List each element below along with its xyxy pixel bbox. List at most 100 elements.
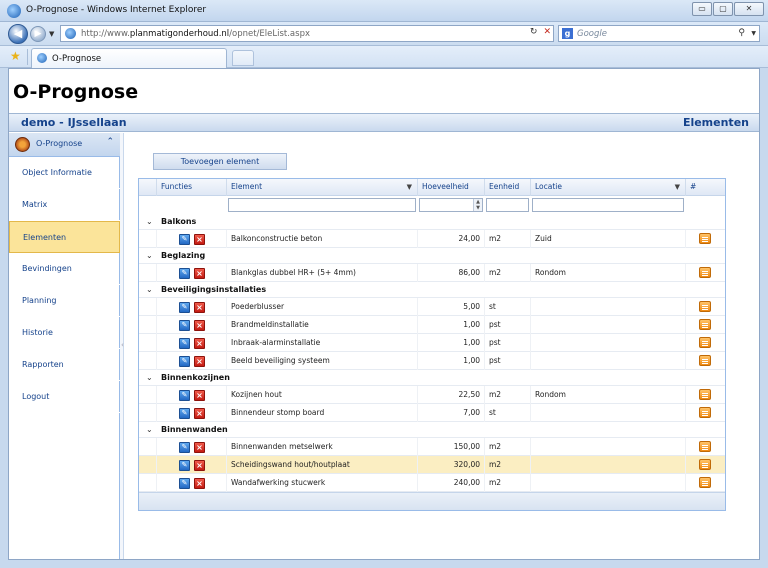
document-icon[interactable] — [699, 337, 711, 348]
element-filter-input[interactable] — [228, 198, 416, 212]
table-row[interactable]: ✎ × Beeld beveiliging systeem 1,00 pst — [139, 352, 725, 370]
delete-x-icon[interactable]: × — [194, 408, 205, 419]
filter-funnel-icon[interactable]: ▼ — [675, 179, 680, 195]
edit-pencil-icon[interactable]: ✎ — [179, 268, 190, 279]
search-dropdown-icon[interactable]: ▼ — [751, 30, 756, 37]
edit-pencil-icon[interactable]: ✎ — [179, 320, 190, 331]
document-icon[interactable] — [699, 233, 711, 244]
edit-pencil-icon[interactable]: ✎ — [179, 356, 190, 367]
unit-filter-input[interactable] — [486, 198, 529, 212]
sidebar-item-planning[interactable]: Planning — [9, 285, 120, 317]
group-row[interactable]: ⌄ Balkons — [139, 214, 725, 230]
qty-cell: 1,00 — [418, 352, 485, 370]
table-row[interactable]: ✎ × Blankglas dubbel HR+ (5+ 4mm) 86,00 m2 Ro… — [139, 264, 725, 282]
group-row[interactable]: ⌄ Beveiligingsinstallaties — [139, 282, 725, 298]
url-input[interactable]: http://www.planmatigonderhoud.nl/opnet/E… — [60, 25, 554, 42]
document-icon[interactable] — [699, 441, 711, 452]
sidebar-item-matrix[interactable]: Matrix — [9, 189, 120, 221]
sidebar-item-bevindingen[interactable]: Bevindingen — [9, 253, 120, 285]
header-element[interactable]: Element ▼ — [227, 179, 418, 196]
group-row[interactable]: ⌄ Beglazing — [139, 248, 725, 264]
collapse-icon[interactable]: ⌃ — [106, 137, 114, 147]
minimize-button[interactable]: ▭ — [692, 2, 712, 16]
edit-pencil-icon[interactable]: ✎ — [179, 408, 190, 419]
table-row[interactable]: ✎ × Binnenwanden metselwerk 150,00 m2 — [139, 438, 725, 456]
sidebar-item-object-informatie[interactable]: Object Informatie — [9, 157, 120, 189]
edit-pencil-icon[interactable]: ✎ — [179, 390, 190, 401]
header-locatie[interactable]: Locatie ▼ — [531, 179, 686, 196]
table-row[interactable]: ✎ × Balkonconstructie beton 24,00 m2 Zuid — [139, 230, 725, 248]
delete-x-icon[interactable]: × — [194, 268, 205, 279]
chevron-down-icon[interactable]: ⌄ — [146, 217, 153, 226]
document-icon[interactable] — [699, 301, 711, 312]
document-icon[interactable] — [699, 319, 711, 330]
table-row[interactable]: ✎ × Kozijnen hout 22,50 m2 Rondom — [139, 386, 725, 404]
edit-pencil-icon[interactable]: ✎ — [179, 302, 190, 313]
close-button[interactable]: ✕ — [734, 2, 764, 16]
delete-x-icon[interactable]: × — [194, 478, 205, 489]
delete-x-icon[interactable]: × — [194, 460, 205, 471]
favorites-star-icon[interactable]: ★ — [10, 50, 21, 62]
element-cell: Binnendeur stomp board — [227, 404, 418, 422]
forward-button[interactable]: ▶ — [30, 26, 46, 42]
sidebar-splitter[interactable]: ‹ — [120, 133, 124, 559]
sidebar-item-logout[interactable]: Logout — [9, 381, 120, 413]
filter-funnel-icon[interactable]: ▼ — [407, 179, 412, 195]
delete-x-icon[interactable]: × — [194, 390, 205, 401]
chevron-down-icon[interactable]: ⌄ — [146, 251, 153, 260]
edit-pencil-icon[interactable]: ✎ — [179, 234, 190, 245]
document-icon[interactable] — [699, 267, 711, 278]
table-row[interactable]: ✎ × Poederblusser 5,00 st — [139, 298, 725, 316]
location-filter-input[interactable] — [532, 198, 684, 212]
sidebar-header[interactable]: O-Prognose ⌃ — [9, 133, 120, 157]
header-eenheid[interactable]: Eenheid — [485, 179, 531, 196]
delete-x-icon[interactable]: × — [194, 234, 205, 245]
header-functies[interactable]: Functies — [157, 179, 227, 196]
sidebar-item-rapporten[interactable]: Rapporten — [9, 349, 120, 381]
table-row[interactable]: ✎ × Brandmeldinstallatie 1,00 pst — [139, 316, 725, 334]
window-titlebar: O-Prognose - Windows Internet Explorer ▭… — [0, 0, 768, 22]
table-row[interactable]: ✎ × Binnendeur stomp board 7,00 st — [139, 404, 725, 422]
delete-x-icon[interactable]: × — [194, 338, 205, 349]
edit-pencil-icon[interactable]: ✎ — [179, 338, 190, 349]
search-icon[interactable]: ⚲ — [738, 28, 745, 38]
sidebar-header-label: O-Prognose — [36, 139, 83, 148]
sidebar-item-elementen[interactable]: Elementen — [9, 221, 120, 253]
tab-o-prognose[interactable]: O-Prognose — [31, 48, 227, 68]
edit-pencil-icon[interactable]: ✎ — [179, 478, 190, 489]
delete-x-icon[interactable]: × — [194, 302, 205, 313]
stop-icon[interactable]: ✕ — [543, 27, 551, 37]
header-hoeveelheid[interactable]: Hoeveelheid — [418, 179, 485, 196]
maximize-button[interactable]: ▢ — [713, 2, 733, 16]
delete-x-icon[interactable]: × — [194, 320, 205, 331]
document-icon[interactable] — [699, 389, 711, 400]
delete-x-icon[interactable]: × — [194, 442, 205, 453]
table-row[interactable]: ✎ × Inbraak-alarminstallatie 1,00 pst — [139, 334, 725, 352]
spinner-icon[interactable]: ▲ ▼ — [473, 199, 482, 211]
document-icon[interactable] — [699, 459, 711, 470]
back-button[interactable]: ◀ — [8, 24, 28, 44]
refresh-icon[interactable]: ↻ — [530, 27, 538, 37]
document-icon[interactable] — [699, 477, 711, 488]
group-row[interactable]: ⌄ Binnenkozijnen — [139, 370, 725, 386]
search-input[interactable]: g Google ⚲ ▼ — [558, 25, 760, 42]
sidebar-item-historie[interactable]: Historie — [9, 317, 120, 349]
table-row[interactable]: ✎ × Scheidingswand hout/houtplaat 320,00 m2 — [139, 456, 725, 474]
web-page: O-Prognose demo - IJssellaan Elementen O… — [8, 68, 760, 560]
delete-x-icon[interactable]: × — [194, 356, 205, 367]
chevron-down-icon[interactable]: ⌄ — [146, 373, 153, 382]
history-dropdown-icon[interactable]: ▼ — [49, 30, 54, 38]
add-element-button[interactable]: Toevoegen element — [153, 153, 287, 170]
document-icon[interactable] — [699, 355, 711, 366]
table-row[interactable]: ✎ × Wandafwerking stucwerk 240,00 m2 — [139, 474, 725, 492]
element-cell: Blankglas dubbel HR+ (5+ 4mm) — [227, 264, 418, 282]
new-tab-button[interactable] — [232, 50, 254, 66]
edit-pencil-icon[interactable]: ✎ — [179, 460, 190, 471]
document-icon[interactable] — [699, 407, 711, 418]
expand-cell — [139, 334, 157, 352]
chevron-down-icon[interactable]: ⌄ — [146, 425, 153, 434]
chevron-down-icon[interactable]: ⌄ — [146, 285, 153, 294]
group-row[interactable]: ⌄ Binnenwanden — [139, 422, 725, 438]
quantity-filter-input[interactable]: ▲ ▼ — [419, 198, 483, 212]
edit-pencil-icon[interactable]: ✎ — [179, 442, 190, 453]
